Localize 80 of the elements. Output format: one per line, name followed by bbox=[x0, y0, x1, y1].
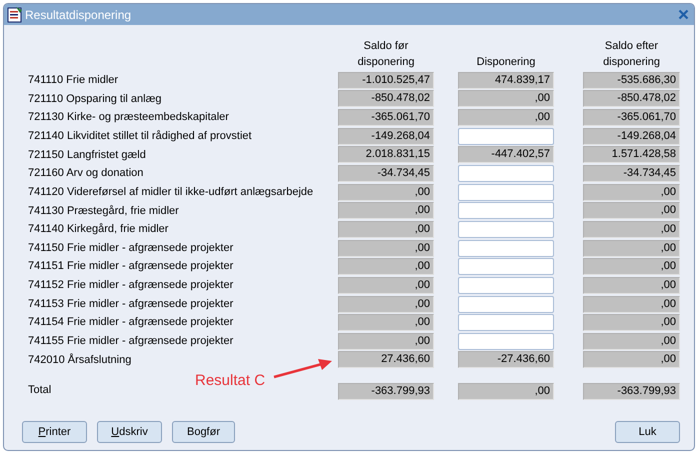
dialog-button[interactable]: Luk bbox=[615, 421, 680, 444]
value-field: ,00 bbox=[338, 202, 434, 220]
value-field: ,00 bbox=[338, 314, 434, 332]
window-title: Resultatdisponering bbox=[25, 6, 132, 24]
input-field[interactable] bbox=[458, 240, 554, 257]
input-field[interactable] bbox=[458, 332, 554, 350]
account-label: 741110 Frie midler bbox=[28, 73, 120, 88]
account-label: 741120 Videreførsel af midler til ikke-udført anlægsarbejde bbox=[28, 184, 314, 200]
account-label: 741130 Præstegård, frie midler bbox=[28, 204, 180, 219]
value-field: ,00 bbox=[458, 109, 554, 126]
account-label: 741152 Frie midler - afgrænsede projekter bbox=[28, 278, 234, 294]
value-field: -850.478,02 bbox=[338, 90, 434, 108]
input-field[interactable] bbox=[458, 314, 554, 332]
account-label: 741154 Frie midler - afgrænsede projekter bbox=[28, 315, 234, 330]
value-field: -447.402,57 bbox=[458, 146, 554, 164]
value-field: ,00 bbox=[583, 258, 680, 276]
value-field: -363.799,93 bbox=[338, 383, 434, 400]
value-field: -363.799,93 bbox=[583, 383, 680, 400]
value-field: -850.478,02 bbox=[583, 90, 680, 108]
close-icon bbox=[678, 9, 688, 20]
value-field: ,00 bbox=[583, 296, 680, 312]
value-field: -34.734,45 bbox=[583, 165, 680, 182]
value-field: ,00 bbox=[338, 184, 434, 201]
value-field: ,00 bbox=[583, 276, 680, 294]
account-label: 741151 Frie midler - afgrænsede projekter bbox=[28, 259, 234, 274]
value-field: -365.061,70 bbox=[338, 109, 434, 126]
value-field: ,00 bbox=[583, 314, 680, 332]
value-field: ,00 bbox=[338, 258, 434, 276]
column-header: Disponering bbox=[476, 55, 536, 70]
input-field[interactable] bbox=[458, 276, 554, 294]
account-label: 721160 Arv og donation bbox=[28, 166, 144, 182]
value-field: ,00 bbox=[338, 332, 434, 350]
value-field: ,00 bbox=[338, 296, 434, 312]
value-field: ,00 bbox=[458, 383, 554, 400]
dialog-button[interactable]: Udskriv bbox=[97, 421, 162, 444]
value-field: -1.010.525,47 bbox=[338, 72, 434, 89]
value-field: ,00 bbox=[338, 220, 434, 238]
input-field[interactable] bbox=[458, 296, 554, 312]
input-field[interactable] bbox=[458, 184, 554, 201]
value-field: 2.018.831,15 bbox=[338, 146, 434, 164]
value-field: ,00 bbox=[338, 276, 434, 294]
column-header: Saldo efter disponering bbox=[602, 39, 661, 70]
column-header: Saldo før disponering bbox=[356, 39, 416, 70]
total-label: Total bbox=[28, 383, 52, 398]
value-field: -149.268,04 bbox=[338, 128, 434, 145]
value-field: ,00 bbox=[583, 220, 680, 238]
input-field[interactable] bbox=[458, 258, 554, 276]
account-label: 721150 Langfristet gæld bbox=[28, 148, 147, 163]
annotation-arrow bbox=[272, 359, 334, 379]
account-label: 741153 Frie midler - afgrænsede projekter bbox=[28, 296, 234, 312]
value-field: ,00 bbox=[583, 332, 680, 350]
value-field: -149.268,04 bbox=[583, 128, 680, 145]
input-field[interactable] bbox=[458, 220, 554, 238]
value-field: 474.839,17 bbox=[458, 72, 554, 89]
value-field: -535.686,30 bbox=[583, 72, 680, 89]
value-field: -34.734,45 bbox=[338, 165, 434, 182]
value-field: 27.436,60 bbox=[338, 351, 434, 368]
value-field: ,00 bbox=[583, 202, 680, 220]
input-field[interactable] bbox=[458, 165, 554, 182]
dialog-button[interactable]: Bogfør bbox=[172, 421, 235, 444]
form-icon bbox=[7, 6, 23, 22]
account-label: 742010 Årsafslutning bbox=[28, 352, 132, 368]
annotation-text: Resultat C bbox=[195, 371, 266, 391]
value-field: -365.061,70 bbox=[583, 109, 680, 126]
value-field: ,00 bbox=[583, 184, 680, 201]
account-label: 741155 Frie midler - afgrænsede projekter bbox=[28, 334, 234, 350]
value-field: ,00 bbox=[583, 351, 680, 368]
account-label: 741150 Frie midler - afgrænsede projekter bbox=[28, 240, 234, 256]
account-label: 741140 Kirkegård, frie midler bbox=[28, 222, 170, 238]
account-label: 721140 Likviditet stillet til rådighed af provstiet bbox=[28, 128, 253, 144]
value-field: 1.571.428,58 bbox=[583, 146, 680, 164]
value-field: ,00 bbox=[583, 240, 680, 257]
input-field[interactable] bbox=[458, 202, 554, 220]
value-field: ,00 bbox=[338, 240, 434, 257]
account-label: 721110 Opsparing til anlæg bbox=[28, 92, 163, 107]
account-label: 721130 Kirke- og præsteembedskapitaler bbox=[28, 110, 230, 126]
value-field: ,00 bbox=[458, 90, 554, 108]
value-field: -27.436,60 bbox=[458, 351, 554, 368]
input-field[interactable] bbox=[458, 128, 554, 145]
dialog-button[interactable]: Printer bbox=[22, 421, 87, 444]
